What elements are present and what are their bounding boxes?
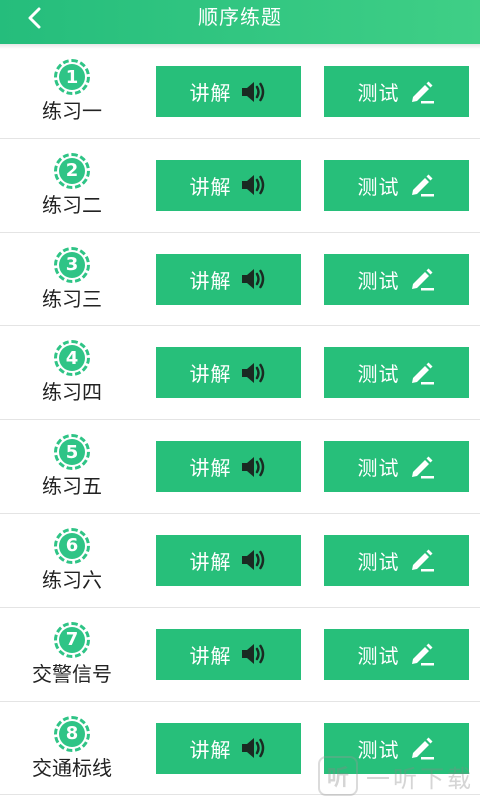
number-badge: 1 bbox=[54, 59, 90, 95]
explain-button[interactable]: 讲解 bbox=[156, 347, 301, 399]
number-badge-value: 2 bbox=[59, 157, 85, 184]
list-item: 5 练习五 讲解 测试 bbox=[0, 420, 480, 514]
list-item: 2 练习二 讲解 测试 bbox=[0, 139, 480, 233]
exercise-label-group: 7 交警信号 bbox=[20, 608, 124, 701]
speaker-icon bbox=[240, 454, 268, 480]
explain-label: 讲解 bbox=[189, 549, 232, 574]
list-item: 6 练习六 讲解 测试 bbox=[0, 514, 480, 608]
number-badge: 4 bbox=[54, 340, 90, 377]
test-button[interactable]: 测试 bbox=[324, 441, 469, 493]
list-item: 1 练习一 讲解 测试 bbox=[0, 45, 480, 139]
number-badge: 8 bbox=[54, 715, 90, 752]
number-badge-value: 6 bbox=[59, 532, 85, 559]
explain-button[interactable]: 讲解 bbox=[156, 253, 301, 305]
speaker-icon bbox=[240, 79, 268, 105]
watermark: 听 一听下载 bbox=[318, 756, 474, 796]
watermark-logo: 听 bbox=[318, 756, 358, 796]
pencil-icon bbox=[408, 454, 436, 480]
list-item: 4 练习四 讲解 测试 bbox=[0, 326, 480, 421]
pencil-icon bbox=[408, 360, 436, 386]
test-label: 测试 bbox=[357, 456, 400, 481]
speaker-icon bbox=[240, 266, 268, 292]
exercise-name: 交警信号 bbox=[32, 661, 112, 686]
number-badge-value: 1 bbox=[59, 64, 85, 90]
test-label: 测试 bbox=[357, 81, 400, 105]
explain-label: 讲解 bbox=[189, 174, 232, 199]
number-badge: 6 bbox=[54, 527, 90, 564]
list-item: 7 交警信号 讲解 测试 bbox=[0, 608, 480, 702]
number-badge: 3 bbox=[54, 246, 90, 283]
list-item: 3 练习三 讲解 测试 bbox=[0, 233, 480, 327]
explain-label: 讲解 bbox=[189, 81, 232, 105]
exercise-label-group: 2 练习二 bbox=[20, 139, 124, 232]
number-badge: 7 bbox=[54, 621, 90, 658]
exercise-list: 1 练习一 讲解 测试 2 练习二 讲解 测试 3 练习三 讲解 测试 4 练习… bbox=[0, 45, 480, 796]
pencil-icon bbox=[408, 641, 436, 667]
number-badge: 2 bbox=[54, 152, 90, 189]
test-button[interactable]: 测试 bbox=[324, 628, 469, 680]
speaker-icon bbox=[240, 360, 268, 386]
exercise-name: 练习一 bbox=[42, 99, 102, 123]
watermark-logo-glyph: 听 bbox=[326, 766, 349, 791]
test-button[interactable]: 测试 bbox=[324, 159, 469, 211]
exercise-name: 练习二 bbox=[42, 192, 102, 217]
explain-label: 讲解 bbox=[189, 268, 232, 293]
number-badge-value: 4 bbox=[59, 345, 85, 372]
explain-label: 讲解 bbox=[189, 456, 232, 481]
top-bar: 顺序练题 bbox=[0, 0, 480, 44]
watermark-text: 一听下载 bbox=[366, 764, 474, 793]
explain-button[interactable]: 讲解 bbox=[156, 628, 301, 680]
test-label: 测试 bbox=[357, 362, 400, 387]
explain-button[interactable]: 讲解 bbox=[156, 159, 301, 211]
number-badge: 5 bbox=[54, 434, 90, 471]
explain-button[interactable]: 讲解 bbox=[156, 722, 301, 774]
test-label: 测试 bbox=[357, 174, 400, 199]
exercise-label-group: 1 练习一 bbox=[20, 45, 124, 138]
explain-label: 讲解 bbox=[189, 737, 232, 762]
number-badge-value: 3 bbox=[59, 251, 85, 278]
exercise-label-group: 4 练习四 bbox=[20, 326, 124, 419]
pencil-icon bbox=[408, 547, 436, 573]
explain-button[interactable]: 讲解 bbox=[156, 441, 301, 493]
pencil-icon bbox=[408, 172, 436, 198]
explain-button[interactable]: 讲解 bbox=[156, 534, 301, 586]
test-label: 测试 bbox=[357, 643, 400, 668]
exercise-name: 练习四 bbox=[42, 380, 102, 405]
speaker-icon bbox=[240, 547, 268, 573]
explain-label: 讲解 bbox=[189, 362, 232, 387]
exercise-label-group: 5 练习五 bbox=[20, 420, 124, 513]
test-button[interactable]: 测试 bbox=[324, 534, 469, 586]
exercise-name: 练习五 bbox=[42, 474, 102, 499]
test-button[interactable]: 测试 bbox=[324, 347, 469, 399]
exercise-label-group: 6 练习六 bbox=[20, 514, 124, 607]
exercise-name: 交通标线 bbox=[32, 755, 112, 780]
speaker-icon bbox=[240, 735, 268, 761]
exercise-label-group: 3 练习三 bbox=[20, 233, 124, 326]
test-button[interactable]: 测试 bbox=[324, 66, 469, 117]
explain-label: 讲解 bbox=[189, 643, 232, 668]
test-label: 测试 bbox=[357, 268, 400, 293]
test-button[interactable]: 测试 bbox=[324, 253, 469, 305]
explain-button[interactable]: 讲解 bbox=[156, 66, 301, 117]
test-label: 测试 bbox=[357, 549, 400, 574]
number-badge-value: 7 bbox=[59, 626, 85, 653]
pencil-icon bbox=[408, 79, 436, 105]
exercise-label-group: 8 交通标线 bbox=[20, 702, 124, 795]
exercise-name: 练习六 bbox=[42, 567, 102, 592]
number-badge-value: 8 bbox=[59, 720, 85, 747]
speaker-icon bbox=[240, 172, 268, 198]
speaker-icon bbox=[240, 641, 268, 667]
page-title: 顺序练题 bbox=[198, 5, 282, 29]
number-badge-value: 5 bbox=[59, 439, 85, 466]
pencil-icon bbox=[408, 266, 436, 292]
exercise-name: 练习三 bbox=[42, 286, 102, 311]
